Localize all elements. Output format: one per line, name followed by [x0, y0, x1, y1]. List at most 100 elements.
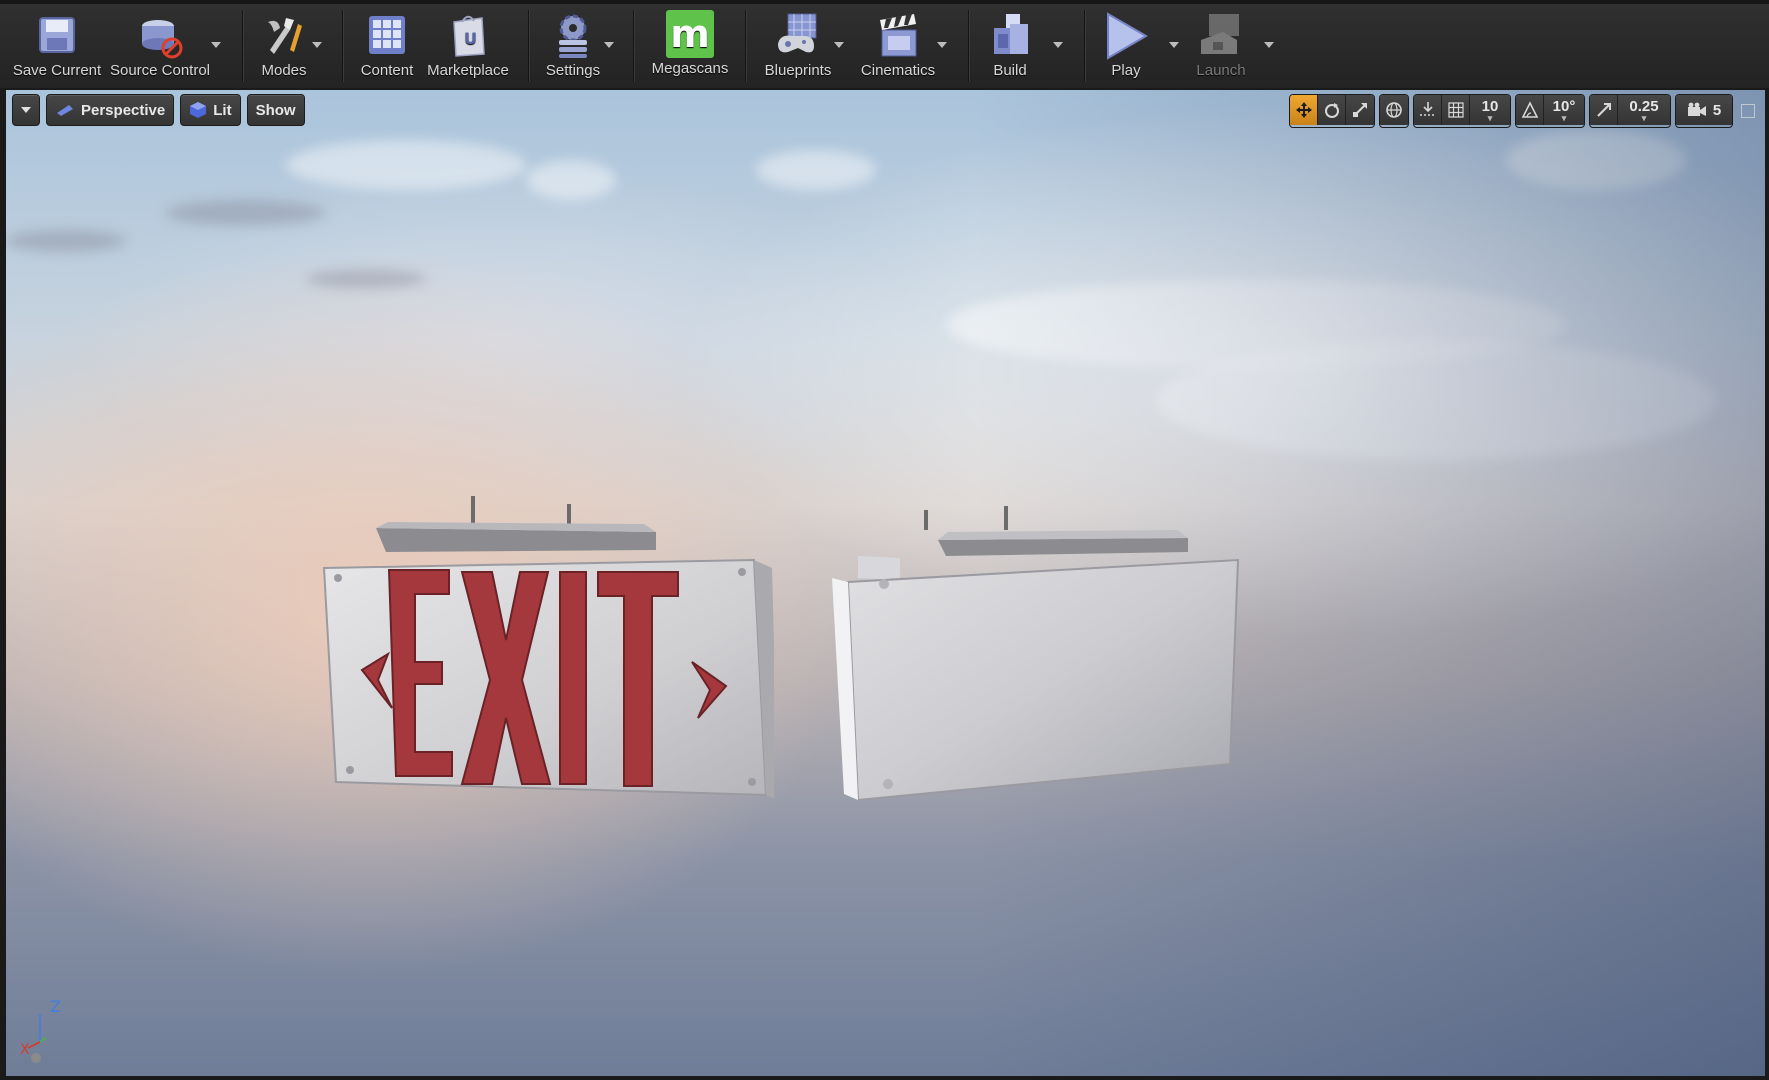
lit-button[interactable]: Lit — [180, 94, 241, 126]
rotation-snap-group: 10° ▾ — [1515, 94, 1585, 128]
build-dropdown-icon[interactable] — [1053, 42, 1063, 48]
launch-label: Launch — [1196, 62, 1246, 79]
settings-button[interactable]: Settings — [538, 8, 608, 86]
world-space-button[interactable] — [1380, 95, 1408, 125]
rotation-snap-value-label: 10° — [1552, 98, 1576, 115]
toolbar-separator — [528, 10, 529, 82]
axis-x-label: X — [20, 1042, 30, 1058]
angle-icon — [1521, 101, 1538, 118]
level-viewport[interactable]: Perspective Lit Show 10 ▾ 10° ▾ 0.25 ▾ 5… — [6, 90, 1765, 1076]
play-dropdown-icon[interactable] — [1169, 42, 1179, 48]
move-arrows-icon — [1295, 102, 1312, 118]
toolbar-separator — [968, 10, 969, 82]
source-control-dropdown-icon[interactable] — [211, 42, 221, 48]
source-control-button[interactable]: Source Control — [110, 8, 210, 86]
chevron-down-icon: ▾ — [1561, 113, 1567, 123]
modes-button[interactable]: Modes — [252, 8, 316, 86]
cloud — [6, 230, 126, 252]
show-button[interactable]: Show — [246, 94, 305, 126]
cloud — [166, 200, 326, 226]
cloud — [306, 270, 426, 288]
modes-label: Modes — [261, 62, 307, 79]
cloud — [286, 140, 526, 190]
marketplace-icon: U — [453, 15, 485, 57]
surface-snap-button[interactable] — [1414, 95, 1442, 125]
cinematics-label: Cinematics — [860, 62, 936, 79]
save-current-button[interactable]: Save Current — [12, 8, 102, 86]
scale-snap-value-label: 0.25 — [1629, 98, 1659, 115]
modes-dropdown-icon[interactable] — [312, 42, 322, 48]
main-toolbar: Save Current Source Control Modes Conten… — [0, 0, 1769, 88]
show-label: Show — [255, 101, 296, 119]
grid-snap-group: 10 ▾ — [1413, 94, 1511, 128]
rotation-snap-value[interactable]: 10° ▾ — [1544, 95, 1584, 125]
translate-mode-button[interactable] — [1290, 95, 1318, 125]
grid-snap-toggle[interactable] — [1442, 95, 1470, 125]
scale-icon — [1353, 103, 1367, 117]
blueprints-button[interactable]: Blueprints — [755, 8, 841, 86]
camera-icon — [1687, 102, 1706, 116]
play-icon — [1107, 12, 1148, 60]
toolbar-separator — [1084, 10, 1085, 82]
camera-speed-group: 5 — [1675, 94, 1733, 128]
transform-toolbar: 10 ▾ 10° ▾ 0.25 ▾ 5 — [1289, 94, 1755, 128]
cloud — [526, 160, 616, 200]
scale-mode-button[interactable] — [1346, 95, 1374, 125]
cinematics-dropdown-icon[interactable] — [937, 42, 947, 48]
play-label: Play — [1111, 62, 1141, 79]
blueprints-dropdown-icon[interactable] — [834, 42, 844, 48]
blueprints-label: Blueprints — [764, 62, 832, 79]
grid-icon — [1447, 102, 1464, 118]
toolbar-separator — [633, 10, 634, 82]
launch-icon — [1201, 14, 1239, 54]
scale-snap-group: 0.25 ▾ — [1589, 94, 1671, 128]
maximize-viewport-icon[interactable] — [1741, 104, 1755, 118]
content-label: Content — [360, 62, 414, 79]
content-icon — [369, 16, 405, 54]
megascans-icon: m — [666, 10, 714, 58]
toolbar-separator — [342, 10, 343, 82]
perspective-button[interactable]: Perspective — [46, 94, 175, 126]
axis-gizmo: Z X — [20, 997, 61, 1063]
rotate-icon — [1324, 103, 1339, 118]
surface-snap-icon — [1419, 102, 1436, 116]
cloud — [756, 150, 876, 190]
content-button[interactable]: Content — [352, 8, 422, 86]
scale-snap-toggle[interactable] — [1590, 95, 1618, 125]
cinematics-button[interactable]: Cinematics — [853, 8, 943, 86]
viewport-options-bar: Perspective Lit Show — [12, 94, 305, 126]
cinematics-icon — [880, 14, 917, 57]
marketplace-label: Marketplace — [427, 62, 509, 79]
camera-speed-value: 5 — [1712, 101, 1722, 119]
marketplace-button[interactable]: U Marketplace — [425, 8, 511, 86]
source-control-label: Source Control — [109, 62, 211, 79]
rotation-snap-toggle[interactable] — [1516, 95, 1544, 125]
build-button[interactable]: Build — [978, 8, 1042, 86]
scale-snap-icon — [1596, 103, 1611, 117]
megascans-button[interactable]: m Megascans — [645, 8, 735, 86]
rotate-mode-button[interactable] — [1318, 95, 1346, 125]
scale-snap-value[interactable]: 0.25 ▾ — [1618, 95, 1670, 125]
source-control-icon — [142, 20, 183, 59]
chevron-down-icon — [21, 107, 31, 113]
save-icon — [39, 17, 75, 53]
chevron-down-icon: ▾ — [1487, 113, 1493, 123]
settings-dropdown-icon[interactable] — [604, 42, 614, 48]
exit-sign-front[interactable] — [314, 400, 774, 800]
viewport-options-button[interactable] — [12, 94, 40, 126]
launch-dropdown-icon[interactable] — [1264, 42, 1274, 48]
toolbar-separator — [745, 10, 746, 82]
settings-icon — [559, 14, 587, 58]
svg-text:U: U — [464, 29, 477, 48]
play-button[interactable]: Play — [1098, 8, 1154, 86]
launch-button[interactable]: Launch — [1188, 8, 1254, 86]
grid-snap-value[interactable]: 10 ▾ — [1470, 95, 1510, 125]
modes-icon — [268, 18, 302, 54]
axis-z-label: Z — [50, 997, 61, 1016]
exit-sign-back[interactable] — [828, 400, 1248, 800]
build-label: Build — [993, 62, 1027, 79]
lit-label: Lit — [213, 101, 232, 119]
camera-speed-button[interactable]: 5 — [1676, 95, 1732, 125]
coordinate-space-group — [1379, 94, 1409, 128]
perspective-camera-icon — [57, 105, 73, 116]
